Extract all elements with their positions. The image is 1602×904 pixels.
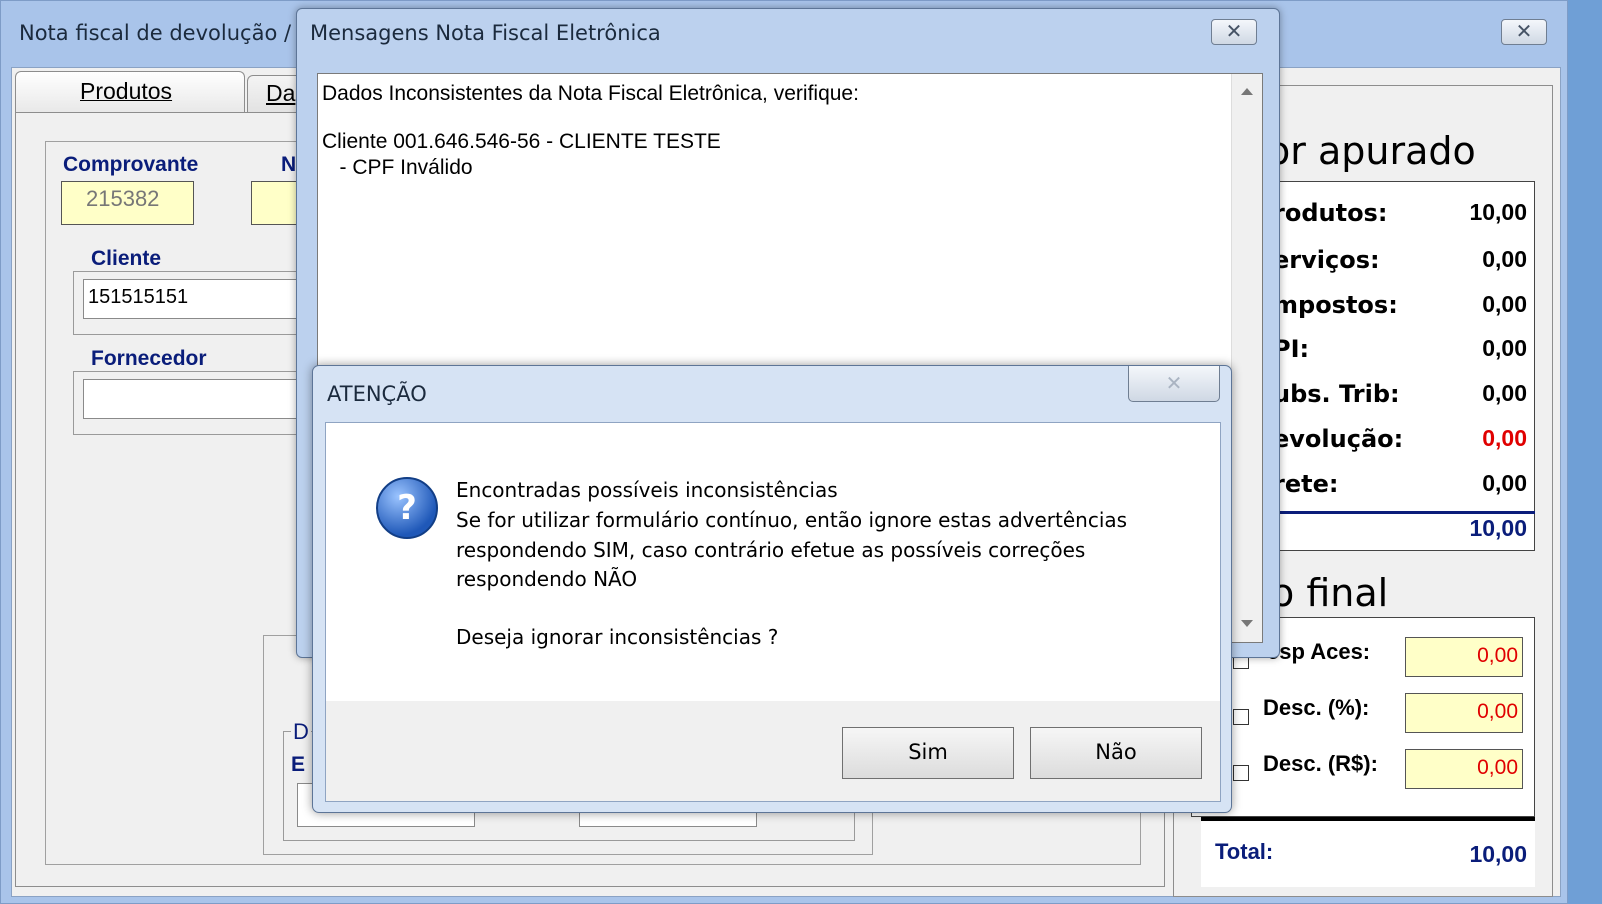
- tab-produtos-label: Produtos: [80, 78, 173, 104]
- total-value: 10,00: [1469, 841, 1527, 867]
- final-row-checkbox[interactable]: [1233, 709, 1249, 725]
- atencao-msg-4: respondendo NÃO: [456, 567, 638, 591]
- final-row-checkbox[interactable]: [1233, 765, 1249, 781]
- main-window-title: Nota fiscal de devolução /: [19, 21, 292, 45]
- numero-label: N: [281, 153, 297, 176]
- summary-row-label: rodutos:: [1273, 199, 1388, 227]
- atencao-close-button[interactable]: ✕: [1128, 366, 1220, 402]
- nao-button[interactable]: Não: [1030, 727, 1202, 779]
- lower-field-label: E: [291, 753, 306, 776]
- question-icon: ?: [376, 477, 438, 539]
- cliente-field[interactable]: 151515151: [83, 279, 313, 319]
- atencao-body: ? Encontradas possíveis inconsistências …: [325, 422, 1221, 802]
- summary-row-value: 0,00: [1482, 380, 1527, 406]
- summary-row-label: rete:: [1273, 470, 1339, 498]
- messages-line-1: Dados Inconsistentes da Nota Fiscal Elet…: [322, 82, 859, 105]
- tab-produtos[interactable]: Produtos: [15, 71, 245, 113]
- fornecedor-field[interactable]: [83, 379, 313, 419]
- messages-dialog-title: Mensagens Nota Fiscal Eletrônica: [310, 21, 661, 45]
- summary-row-label: ubs. Trib:: [1273, 380, 1400, 408]
- atencao-dialog: ATENÇÃO ✕ ? Encontradas possíveis incons…: [312, 365, 1232, 813]
- messages-scrollbar[interactable]: [1231, 74, 1262, 642]
- tab-dados-label: Da: [266, 80, 296, 106]
- comprovante-label: Comprovante: [63, 153, 199, 176]
- comprovante-field[interactable]: 215382: [61, 181, 194, 225]
- summary-row-value: 0,00: [1482, 291, 1527, 317]
- cliente-label: Cliente: [85, 247, 168, 271]
- summary-row-label: evolução:: [1273, 425, 1404, 453]
- atencao-msg-3: respondendo SIM, caso contrário efetue a…: [456, 538, 1086, 562]
- subtotal-value: 10,00: [1469, 515, 1527, 541]
- sim-button[interactable]: Sim: [842, 727, 1014, 779]
- summary-header-final: o final: [1271, 571, 1389, 615]
- final-row-field[interactable]: 0,00: [1405, 693, 1523, 733]
- final-row-label: Desc. (R$):: [1263, 751, 1378, 776]
- atencao-question: Deseja ignorar inconsistências ?: [456, 625, 779, 649]
- summary-row-label: mpostos:: [1273, 291, 1398, 319]
- summary-row-value: 0,00: [1482, 246, 1527, 272]
- fornecedor-label: Fornecedor: [85, 347, 213, 371]
- atencao-msg-2: Se for utilizar formulário contínuo, ent…: [456, 508, 1128, 532]
- main-close-button[interactable]: ✕: [1501, 19, 1547, 45]
- summary-row-value: 10,00: [1469, 199, 1527, 225]
- scroll-down-icon[interactable]: [1241, 620, 1253, 627]
- messages-line-3: - CPF Inválido: [322, 156, 473, 179]
- lower-group-label: D: [291, 719, 311, 745]
- summary-row-value: 0,00: [1482, 470, 1527, 496]
- atencao-msg-1: Encontradas possíveis inconsistências: [456, 478, 838, 502]
- atencao-dialog-title: ATENÇÃO: [327, 382, 427, 406]
- scroll-up-icon[interactable]: [1241, 88, 1253, 95]
- summary-row-value: 0,00: [1482, 425, 1527, 451]
- summary-row-value: 0,00: [1482, 335, 1527, 361]
- total-label: Total:: [1215, 839, 1274, 864]
- summary-header-apurado: or apurado: [1267, 129, 1476, 173]
- summary-row-label: erviços:: [1273, 246, 1380, 274]
- final-row-field[interactable]: 0,00: [1405, 749, 1523, 789]
- final-row-field[interactable]: 0,00: [1405, 637, 1523, 677]
- messages-line-2: Cliente 001.646.546-56 - CLIENTE TESTE: [322, 130, 721, 153]
- subtotal-line: [1263, 511, 1535, 514]
- final-row-label: esp Aces:: [1267, 639, 1371, 664]
- messages-close-button[interactable]: ✕: [1211, 19, 1257, 45]
- final-row-label: Desc. (%):: [1263, 695, 1370, 720]
